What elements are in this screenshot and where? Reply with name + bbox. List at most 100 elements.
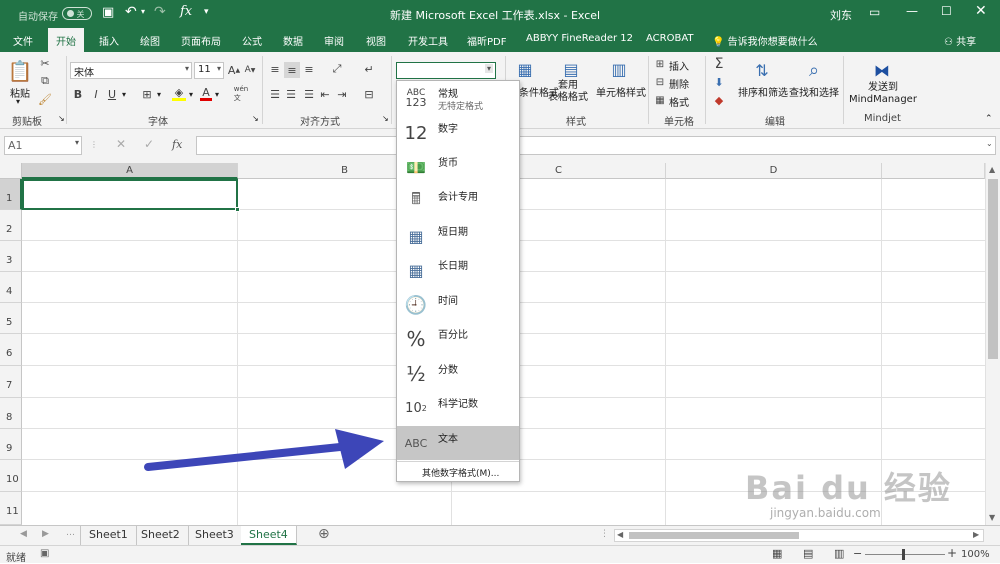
align-top-icon[interactable]: ≡ [268, 62, 282, 76]
clear-icon[interactable]: ◆ [712, 93, 726, 107]
borders-dropdown-icon[interactable]: ▾ [157, 90, 161, 99]
row-header-1[interactable]: 1 [0, 179, 22, 210]
alignment-launcher-icon[interactable]: ↘ [382, 114, 389, 123]
row-header-9[interactable]: 9 [0, 429, 22, 460]
row-header-11[interactable]: 11 [0, 492, 22, 525]
format-as-table-icon[interactable]: ▤ [560, 57, 582, 81]
sort-filter-button[interactable]: 排序和筛选 [738, 84, 788, 99]
fill-color-icon[interactable]: ◈ [172, 86, 186, 101]
fill-icon[interactable]: ⬇ [712, 75, 726, 89]
align-middle-icon[interactable]: ≡ [284, 62, 300, 78]
borders-icon[interactable]: ⊞ [140, 87, 154, 101]
underline-icon[interactable]: U [106, 87, 118, 101]
cancel-entry-icon[interactable]: ✕ [116, 137, 126, 151]
format-option-short-date[interactable]: ▦ 短日期 [397, 219, 519, 253]
column-header-a[interactable]: A [22, 163, 238, 179]
page-break-view-icon[interactable]: ▥ [834, 547, 844, 560]
paste-dropdown-icon[interactable]: ▾ [16, 97, 20, 106]
font-color-dropdown-icon[interactable]: ▾ [215, 90, 219, 99]
format-option-scientific[interactable]: 10 2 科学记数 [397, 391, 519, 425]
find-select-button[interactable]: 查找和选择 [789, 84, 839, 99]
active-cell-a1[interactable] [22, 179, 238, 210]
autosum-icon[interactable]: Σ [712, 56, 726, 72]
normal-view-icon[interactable]: ▦ [772, 547, 782, 560]
format-option-accounting[interactable]: 🖩 会计专用 [397, 184, 519, 218]
font-size-select[interactable]: 11 ▾ [194, 62, 224, 79]
close-icon[interactable]: ✕ [975, 3, 987, 19]
row-header-6[interactable]: 6 [0, 334, 22, 366]
bold-icon[interactable]: B [72, 87, 84, 101]
tab-data[interactable]: 数据 [283, 33, 303, 48]
italic-icon[interactable]: I [90, 87, 102, 101]
next-sheet-icon[interactable]: ▶ [42, 529, 49, 539]
horizontal-scroll-thumb[interactable] [629, 532, 799, 539]
format-option-time[interactable]: 🕘 时间 [397, 288, 519, 322]
horizontal-scrollbar[interactable]: ◀ ▶ [614, 529, 984, 542]
tab-abbyy[interactable]: ABBYY FineReader 12 [526, 33, 633, 44]
font-color-icon[interactable]: A [200, 86, 212, 101]
align-left-icon[interactable]: ☰ [268, 87, 282, 101]
tab-developer[interactable]: 开发工具 [408, 33, 448, 48]
select-all-corner[interactable] [0, 163, 22, 179]
zoom-out-icon[interactable]: − [853, 547, 862, 560]
row-header-10[interactable]: 10 [0, 460, 22, 492]
delete-cells-button[interactable]: 删除 [669, 76, 689, 91]
zoom-in-icon[interactable]: + [947, 546, 957, 560]
maximize-icon[interactable]: ☐ [941, 4, 952, 18]
format-option-text[interactable]: ABC 文本 [397, 426, 519, 460]
row-header-3[interactable]: 3 [0, 241, 22, 272]
name-box[interactable]: A1 ▾ [4, 136, 82, 155]
align-right-icon[interactable]: ☰ [302, 87, 316, 101]
macro-record-icon[interactable]: ▣ [40, 548, 49, 559]
row-header-4[interactable]: 4 [0, 272, 22, 303]
vertical-scrollbar[interactable]: ▲ ▼ [985, 163, 1000, 525]
mindmanager-icon[interactable]: ⧓ [870, 58, 894, 82]
tab-draw[interactable]: 绘图 [140, 33, 160, 48]
format-option-general[interactable]: ABC 123 常规 无特定格式 [397, 81, 519, 115]
tell-me-box[interactable]: 💡 告诉我你想要做什么 [712, 33, 818, 48]
wrap-text-icon[interactable]: ↵ [362, 62, 376, 76]
row-header-2[interactable]: 2 [0, 210, 22, 241]
fill-color-dropdown-icon[interactable]: ▾ [189, 90, 193, 99]
format-option-fraction[interactable]: ½ 分数 [397, 357, 519, 391]
format-painter-icon[interactable]: 🖌 [38, 92, 52, 106]
cell-styles-icon[interactable]: ▥ [608, 57, 630, 81]
autosave-toggle[interactable]: 关 [62, 7, 92, 20]
align-center-icon[interactable]: ☰ [284, 87, 298, 101]
format-option-long-date[interactable]: ▦ 长日期 [397, 253, 519, 287]
decrease-indent-icon[interactable]: ⇤ [318, 87, 332, 101]
column-header-e[interactable] [882, 163, 985, 179]
format-option-percentage[interactable]: % 百分比 [397, 322, 519, 356]
undo-icon[interactable]: ↶ [125, 4, 137, 20]
tab-acrobat[interactable]: ACROBAT [646, 33, 694, 44]
tab-view[interactable]: 视图 [366, 33, 386, 48]
phonetic-icon[interactable]: wén 文 [234, 85, 248, 103]
insert-cells-icon[interactable]: ⊞ [654, 57, 666, 71]
conditional-format-icon[interactable]: ▦ [514, 57, 536, 81]
scroll-left-icon[interactable]: ◀ [617, 530, 623, 539]
delete-cells-icon[interactable]: ⊟ [654, 75, 666, 89]
formula-input[interactable] [196, 136, 996, 155]
add-sheet-icon[interactable]: ⊕ [318, 526, 330, 542]
confirm-entry-icon[interactable]: ✓ [144, 137, 154, 151]
fx-quick-icon[interactable]: fx [180, 4, 192, 19]
number-format-select[interactable]: ▾ [396, 62, 496, 79]
decrease-font-icon[interactable]: A ▼ [244, 62, 256, 78]
copy-icon[interactable]: ⧉ [38, 74, 52, 88]
user-name[interactable]: 刘东 [830, 7, 852, 23]
scroll-up-icon[interactable]: ▲ [989, 165, 995, 174]
font-launcher-icon[interactable]: ↘ [252, 114, 259, 123]
expand-formula-icon[interactable]: ⌄ [986, 139, 993, 148]
page-layout-view-icon[interactable]: ▤ [803, 547, 813, 560]
prev-sheet-icon[interactable]: ◀ [20, 529, 27, 539]
minimize-icon[interactable]: — [906, 4, 918, 18]
format-as-table-button[interactable]: 套用 表格格式 [548, 80, 588, 104]
tab-page-layout[interactable]: 页面布局 [181, 33, 221, 48]
clipboard-launcher-icon[interactable]: ↘ [58, 114, 65, 123]
send-to-mindmanager-button[interactable]: 发送到 MindManager [849, 82, 917, 106]
tab-home[interactable]: 开始 [48, 28, 84, 52]
sort-filter-icon[interactable]: ⇅ [750, 58, 774, 82]
zoom-slider[interactable] [865, 554, 945, 555]
insert-function-icon[interactable]: fx [172, 138, 182, 151]
merge-center-icon[interactable]: ⊟ [362, 87, 376, 101]
